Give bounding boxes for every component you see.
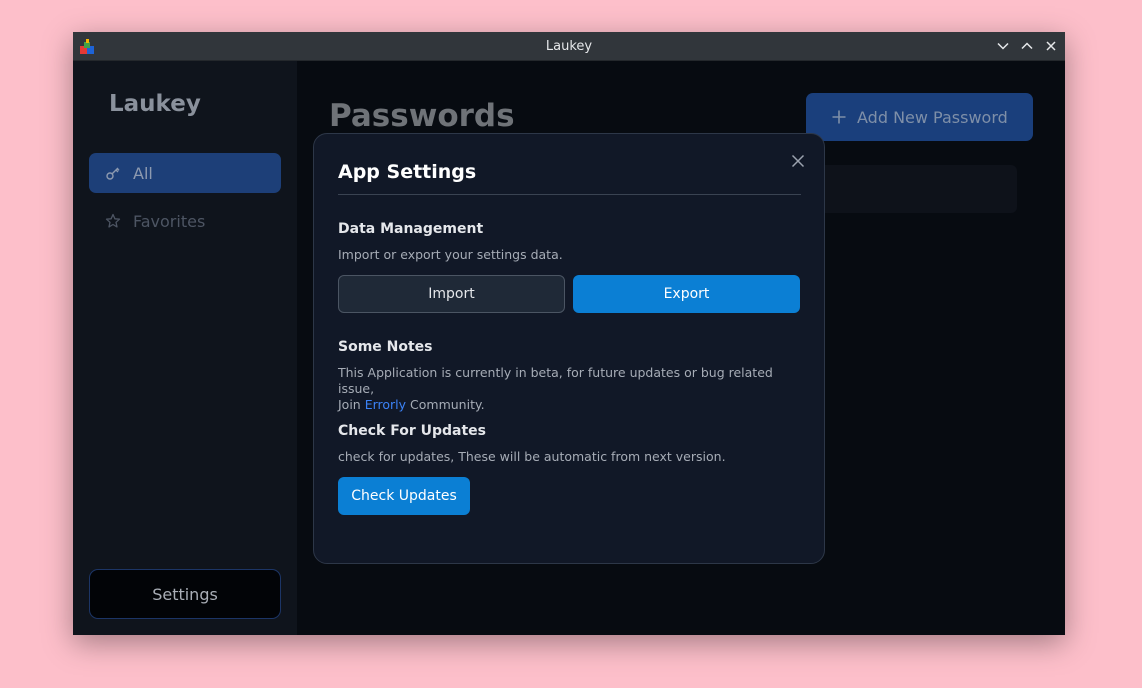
page-title: Passwords: [329, 98, 515, 134]
brand-title: Laukey: [109, 91, 201, 117]
sidebar-item-all[interactable]: All: [89, 153, 281, 193]
add-password-label: Add New Password: [857, 107, 1008, 127]
settings-button[interactable]: Settings: [89, 569, 281, 619]
notes-text-join: Join: [338, 397, 365, 412]
sidebar-item-label: All: [133, 163, 153, 183]
sidebar-item-label: Favorites: [133, 211, 206, 231]
import-button[interactable]: Import: [338, 275, 565, 313]
check-updates-button[interactable]: Check Updates: [338, 477, 470, 515]
errorly-link[interactable]: Errorly: [365, 397, 406, 412]
title-bar[interactable]: Laukey: [73, 32, 1065, 61]
notes-text-after-link: Community.: [406, 397, 485, 412]
data-management-description: Import or export your settings data.: [338, 247, 563, 262]
add-password-button[interactable]: Add New Password: [806, 93, 1033, 141]
updates-heading: Check For Updates: [338, 423, 486, 439]
key-icon: [105, 165, 121, 181]
data-management-heading: Data Management: [338, 221, 484, 237]
close-window-icon[interactable]: [1044, 39, 1058, 53]
notes-text-line1: This Application is currently in beta, f…: [338, 365, 773, 396]
app-window: Laukey Laukey All Favorites Settings Pas…: [73, 32, 1065, 635]
sidebar-item-favorites[interactable]: Favorites: [89, 201, 281, 241]
updates-description: check for updates, These will be automat…: [338, 449, 726, 464]
sidebar: Laukey All Favorites Settings: [73, 61, 297, 635]
modal-divider: [338, 194, 801, 195]
notes-text: This Application is currently in beta, f…: [338, 365, 808, 413]
close-icon[interactable]: [790, 153, 806, 169]
window-title: Laukey: [545, 39, 593, 54]
plus-icon: [831, 109, 847, 125]
maximize-icon[interactable]: [1020, 39, 1034, 53]
modal-title: App Settings: [338, 161, 477, 183]
star-icon: [105, 213, 121, 229]
settings-modal: App Settings Data Management Import or e…: [313, 133, 825, 564]
password-list-placeholder: [813, 165, 1017, 213]
export-button[interactable]: Export: [573, 275, 800, 313]
notes-heading: Some Notes: [338, 339, 433, 355]
minimize-icon[interactable]: [996, 39, 1010, 53]
